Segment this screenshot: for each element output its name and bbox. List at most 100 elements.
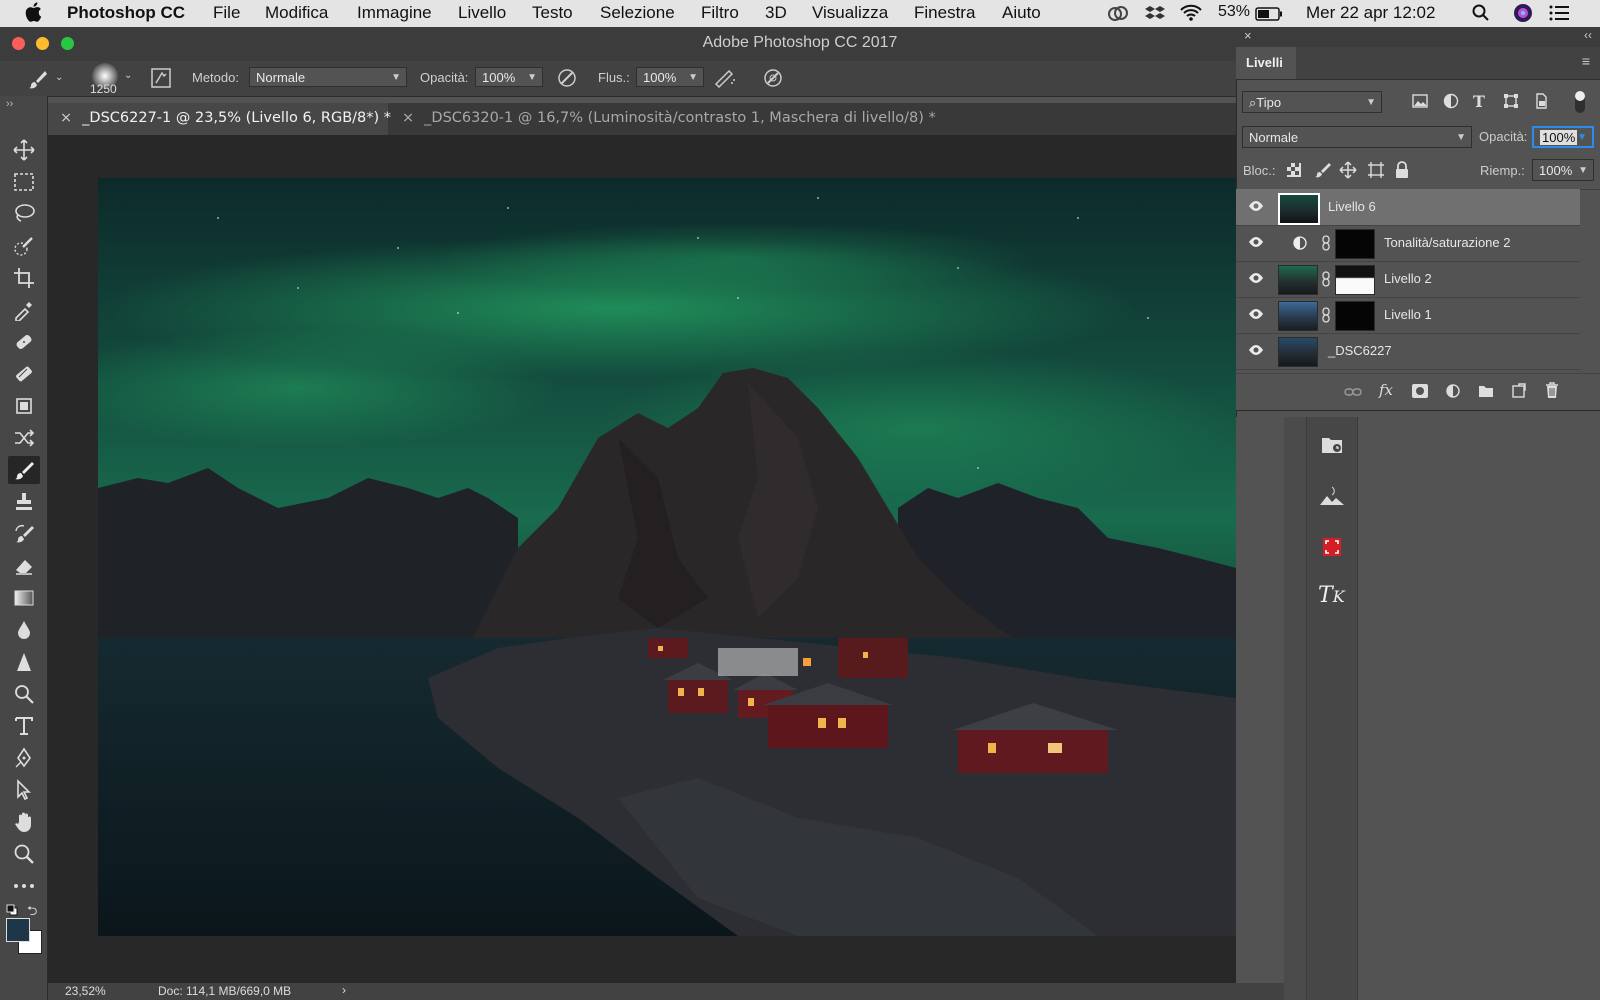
lock-position-icon[interactable] bbox=[1339, 161, 1357, 184]
marquee-tool-icon[interactable] bbox=[8, 168, 40, 196]
spotlight-search-icon[interactable] bbox=[1472, 4, 1490, 27]
layer-name[interactable]: Livello 2 bbox=[1384, 271, 1432, 286]
type-tool-icon[interactable] bbox=[8, 712, 40, 740]
visibility-eye-icon[interactable] bbox=[1248, 272, 1264, 287]
new-layer-icon[interactable] bbox=[1511, 383, 1526, 403]
tk-plugin-icon[interactable]: TK bbox=[1318, 583, 1345, 608]
move-tool-icon[interactable] bbox=[8, 136, 40, 164]
fill-field[interactable]: 100% ▼ bbox=[1532, 159, 1594, 181]
zoom-level[interactable]: 23,52% bbox=[65, 984, 106, 998]
layer-name[interactable]: _DSC6227 bbox=[1328, 343, 1392, 358]
layer-thumbnail[interactable] bbox=[1278, 265, 1318, 295]
menu-modifica[interactable]: Modifica bbox=[265, 3, 328, 23]
tab-livelli[interactable]: Livelli bbox=[1236, 47, 1296, 79]
airbrush-icon[interactable] bbox=[713, 67, 737, 92]
menu-aiuto[interactable]: Aiuto bbox=[1002, 3, 1041, 23]
tab-document-2[interactable]: × _DSC6320-1 @ 16,7% (Luminosità/contrast… bbox=[390, 103, 936, 135]
blur-tool-icon[interactable] bbox=[8, 616, 40, 644]
filter-pixel-icon[interactable] bbox=[1412, 93, 1428, 114]
layer-name[interactable]: Tonalità/saturazione 2 bbox=[1384, 235, 1510, 250]
mode-dropdown[interactable]: Normale ▼ bbox=[249, 67, 407, 87]
layer-mask-thumbnail[interactable] bbox=[1335, 301, 1375, 331]
notification-center-icon[interactable] bbox=[1549, 5, 1569, 26]
chain-link-icon[interactable] bbox=[1322, 307, 1330, 326]
visibility-eye-icon[interactable] bbox=[1248, 236, 1264, 251]
layer-thumbnail[interactable] bbox=[1278, 193, 1320, 225]
visibility-eye-icon[interactable] bbox=[1248, 344, 1264, 359]
flow-field[interactable]: 100% ▼ bbox=[636, 67, 704, 87]
tool-preset-chevron-icon[interactable]: ⌄ bbox=[55, 72, 63, 83]
lock-image-pixels-icon[interactable] bbox=[1313, 161, 1331, 184]
menu-testo[interactable]: Testo bbox=[532, 3, 573, 23]
siri-icon[interactable] bbox=[1513, 3, 1533, 28]
blend-mode-dropdown[interactable]: Normale ▼ bbox=[1242, 126, 1472, 148]
landscape-plugin-icon[interactable] bbox=[1319, 485, 1345, 512]
apple-logo-icon[interactable] bbox=[25, 2, 42, 27]
menu-3d[interactable]: 3D bbox=[765, 3, 787, 23]
filter-shape-icon[interactable] bbox=[1503, 93, 1519, 114]
document-image[interactable] bbox=[98, 178, 1236, 936]
brush-tool-icon[interactable] bbox=[27, 68, 49, 93]
tab-document-1[interactable]: × _DSC6227-1 @ 23,5% (Livello 6, RGB/8*) … bbox=[48, 103, 391, 135]
new-group-folder-icon[interactable] bbox=[1478, 384, 1494, 403]
creative-cloud-icon[interactable] bbox=[1107, 4, 1129, 27]
hand-tool-icon[interactable] bbox=[8, 808, 40, 836]
lock-transparent-pixels-icon[interactable] bbox=[1287, 163, 1301, 182]
menu-filtro[interactable]: Filtro bbox=[701, 3, 739, 23]
lock-all-icon[interactable] bbox=[1395, 161, 1409, 184]
menu-file[interactable]: File bbox=[213, 3, 240, 23]
battery-icon[interactable] bbox=[1255, 6, 1283, 26]
path-selection-tool-icon[interactable] bbox=[8, 776, 40, 804]
expand-panel-icon[interactable]: ›› bbox=[6, 98, 13, 110]
layer-mask-thumbnail[interactable] bbox=[1335, 229, 1375, 259]
spot-healing-tool-icon[interactable] bbox=[8, 328, 40, 356]
wifi-icon[interactable] bbox=[1180, 4, 1202, 27]
status-menu-arrow-icon[interactable]: › bbox=[342, 983, 346, 997]
layer-row[interactable]: Livello 1 bbox=[1236, 297, 1580, 334]
filter-type-icon[interactable]: T bbox=[1473, 92, 1485, 111]
layer-thumbnail[interactable] bbox=[1278, 301, 1318, 331]
new-adjustment-layer-icon[interactable] bbox=[1446, 384, 1460, 403]
filter-smart-object-icon[interactable] bbox=[1533, 93, 1549, 114]
layer-thumbnail[interactable] bbox=[1278, 337, 1318, 367]
chain-link-icon[interactable] bbox=[1322, 271, 1330, 290]
layer-name[interactable]: Livello 6 bbox=[1328, 199, 1376, 214]
crop-tool-icon[interactable] bbox=[8, 264, 40, 292]
menu-livello[interactable]: Livello bbox=[458, 3, 506, 23]
pen-tool-icon[interactable] bbox=[8, 744, 40, 772]
clone-stamp-tool-icon[interactable] bbox=[8, 488, 40, 516]
close-panel-icon[interactable]: × bbox=[1244, 28, 1252, 43]
layer-row[interactable]: Tonalità/saturazione 2 bbox=[1236, 225, 1580, 262]
dodge-tool-icon[interactable] bbox=[8, 680, 40, 708]
layer-style-fx-icon[interactable]: fx bbox=[1379, 381, 1393, 399]
visibility-eye-icon[interactable] bbox=[1248, 200, 1264, 215]
pressure-opacity-icon[interactable] bbox=[556, 67, 578, 92]
chain-link-icon[interactable] bbox=[1322, 235, 1330, 254]
menu-visualizza[interactable]: Visualizza bbox=[812, 3, 888, 23]
filter-adjustment-icon[interactable] bbox=[1443, 93, 1459, 114]
history-brush-tool-icon[interactable] bbox=[8, 520, 40, 548]
foreground-color-swatch[interactable] bbox=[6, 918, 30, 942]
document-size[interactable]: Doc: 114,1 MB/669,0 MB bbox=[158, 984, 291, 998]
delete-layer-icon[interactable] bbox=[1545, 382, 1559, 404]
dropbox-icon[interactable] bbox=[1144, 4, 1166, 27]
menu-immagine[interactable]: Immagine bbox=[357, 3, 432, 23]
layer-name[interactable]: Livello 1 bbox=[1384, 307, 1432, 322]
panel-menu-icon[interactable]: ≡ bbox=[1582, 53, 1590, 69]
shuffle-tool-icon[interactable] bbox=[8, 424, 40, 452]
lasso-tool-icon[interactable] bbox=[8, 200, 40, 228]
brush-tool-icon[interactable] bbox=[8, 360, 40, 388]
focus-plugin-icon[interactable] bbox=[1322, 537, 1342, 562]
gradient-tool-icon[interactable] bbox=[8, 584, 40, 612]
opacity-field[interactable]: 100% ▼ bbox=[475, 67, 543, 87]
layer-mask-thumbnail[interactable] bbox=[1335, 265, 1375, 295]
more-tools-icon[interactable] bbox=[8, 872, 40, 900]
zoom-tool-icon[interactable] bbox=[8, 840, 40, 868]
close-tab-icon[interactable]: × bbox=[402, 110, 414, 126]
eraser-tool-icon[interactable] bbox=[8, 552, 40, 580]
brush-panel-toggle-icon[interactable] bbox=[150, 67, 172, 92]
adjustment-layer-icon[interactable] bbox=[1293, 236, 1307, 253]
menu-finestra[interactable]: Finestra bbox=[914, 3, 975, 23]
eyedropper-tool-icon[interactable] bbox=[8, 296, 40, 324]
paint-brush-tool-icon[interactable] bbox=[8, 456, 40, 484]
